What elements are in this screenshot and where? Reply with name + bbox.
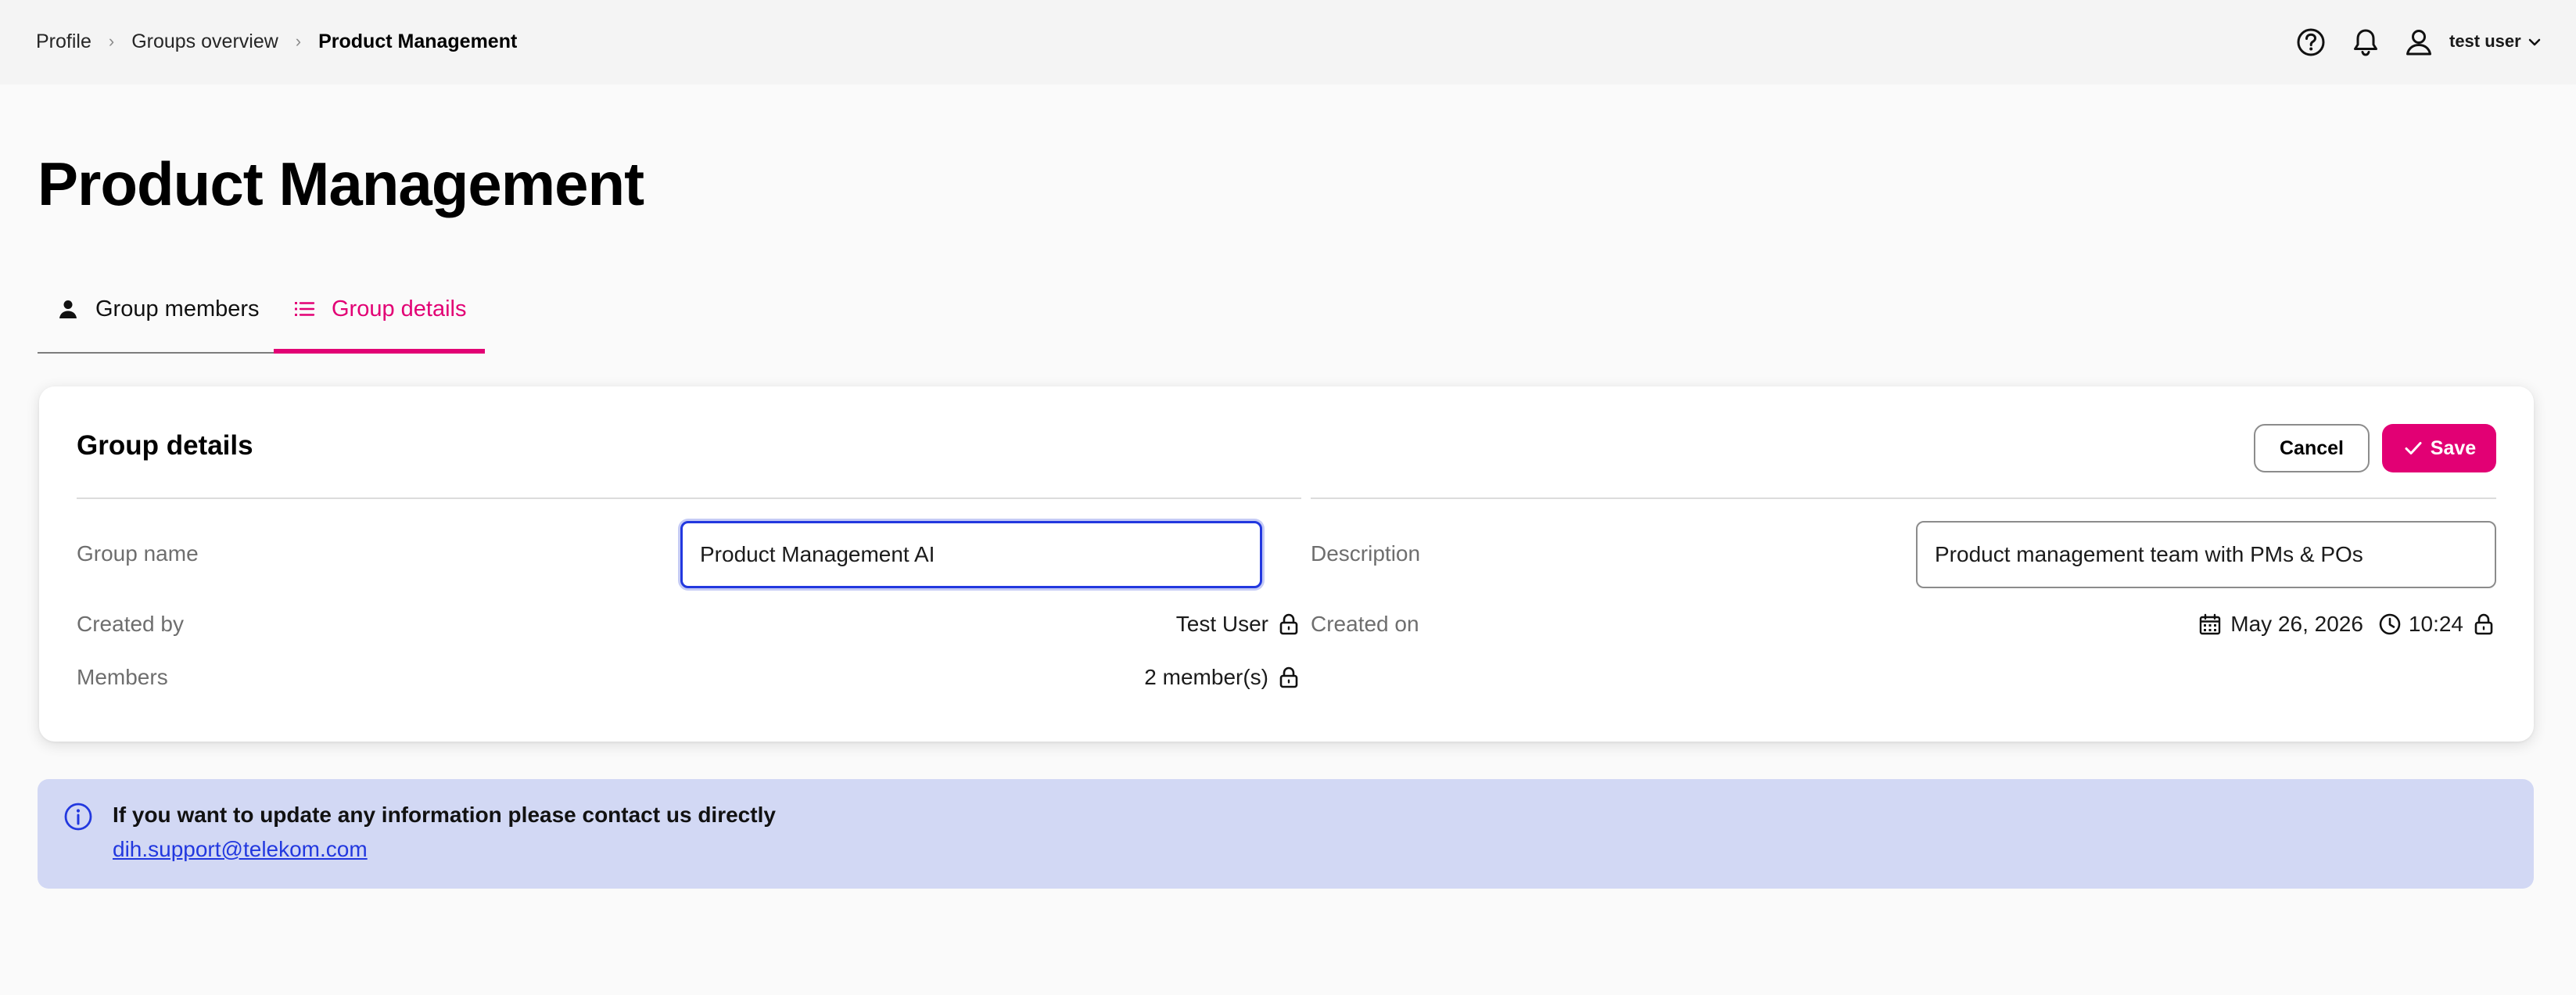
divider	[77, 498, 1301, 499]
tab-bar: Group members Group details	[38, 264, 485, 354]
info-message: If you want to update any information pl…	[113, 803, 776, 827]
divider	[1311, 498, 2496, 499]
created-by-text: Test User	[1175, 612, 1268, 636]
user-name[interactable]: test user	[2449, 31, 2521, 52]
created-on-label: Created on	[1311, 612, 1419, 636]
members-text: 2 member(s)	[1144, 665, 1268, 689]
created-by-label: Created by	[77, 612, 184, 636]
created-on-time: 10:24	[2408, 612, 2463, 636]
group-name-input[interactable]	[680, 521, 1262, 588]
tab-label: Group details	[332, 296, 467, 321]
breadcrumb-separator: ›	[295, 31, 302, 51]
check-icon	[2402, 437, 2424, 459]
card-title: Group details	[77, 430, 253, 461]
support-email-link[interactable]: dih.support@telekom.com	[113, 837, 368, 862]
cancel-button[interactable]: Cancel	[2254, 424, 2370, 472]
info-notification: If you want to update any information pl…	[38, 779, 2534, 889]
breadcrumb: Profile › Groups overview › Product Mana…	[36, 28, 517, 55]
clock-icon	[2377, 612, 2402, 637]
members-label: Members	[77, 665, 168, 689]
save-label: Save	[2430, 436, 2477, 459]
created-on-date: May 26, 2026	[2230, 612, 2363, 636]
breadcrumb-groups-overview[interactable]: Groups overview	[131, 31, 278, 53]
calendar-icon	[2197, 612, 2223, 637]
breadcrumb-profile[interactable]: Profile	[36, 31, 91, 53]
breadcrumb-separator: ›	[108, 31, 115, 51]
page-title: Product Management	[38, 149, 644, 218]
chevron-down-icon[interactable]	[2526, 34, 2543, 51]
user-icon[interactable]	[2401, 24, 2437, 60]
bell-icon[interactable]	[2348, 24, 2384, 60]
group-details-card: Group details Cancel Save Group name Cre…	[39, 386, 2534, 742]
save-button[interactable]: Save	[2382, 424, 2496, 472]
person-icon	[56, 297, 80, 321]
help-icon[interactable]	[2293, 24, 2329, 60]
top-bar: Profile › Groups overview › Product Mana…	[0, 0, 2576, 84]
lock-icon	[1276, 665, 1301, 690]
list-icon	[292, 297, 316, 321]
description-input[interactable]	[1916, 521, 2496, 588]
members-value: 2 member(s)	[832, 662, 1301, 693]
lock-icon	[1276, 612, 1301, 637]
tab-group-details[interactable]: Group details	[274, 264, 485, 354]
created-by-value: Test User	[832, 609, 1301, 640]
description-label: Description	[1311, 541, 1421, 566]
tab-group-members[interactable]: Group members	[38, 264, 274, 354]
info-icon	[63, 801, 94, 832]
created-on-value: May 26, 2026 10:24	[2027, 609, 2496, 640]
group-name-label: Group name	[77, 541, 199, 566]
lock-icon	[2471, 612, 2496, 637]
tab-label: Group members	[95, 296, 260, 321]
breadcrumb-current: Product Management	[318, 30, 518, 52]
